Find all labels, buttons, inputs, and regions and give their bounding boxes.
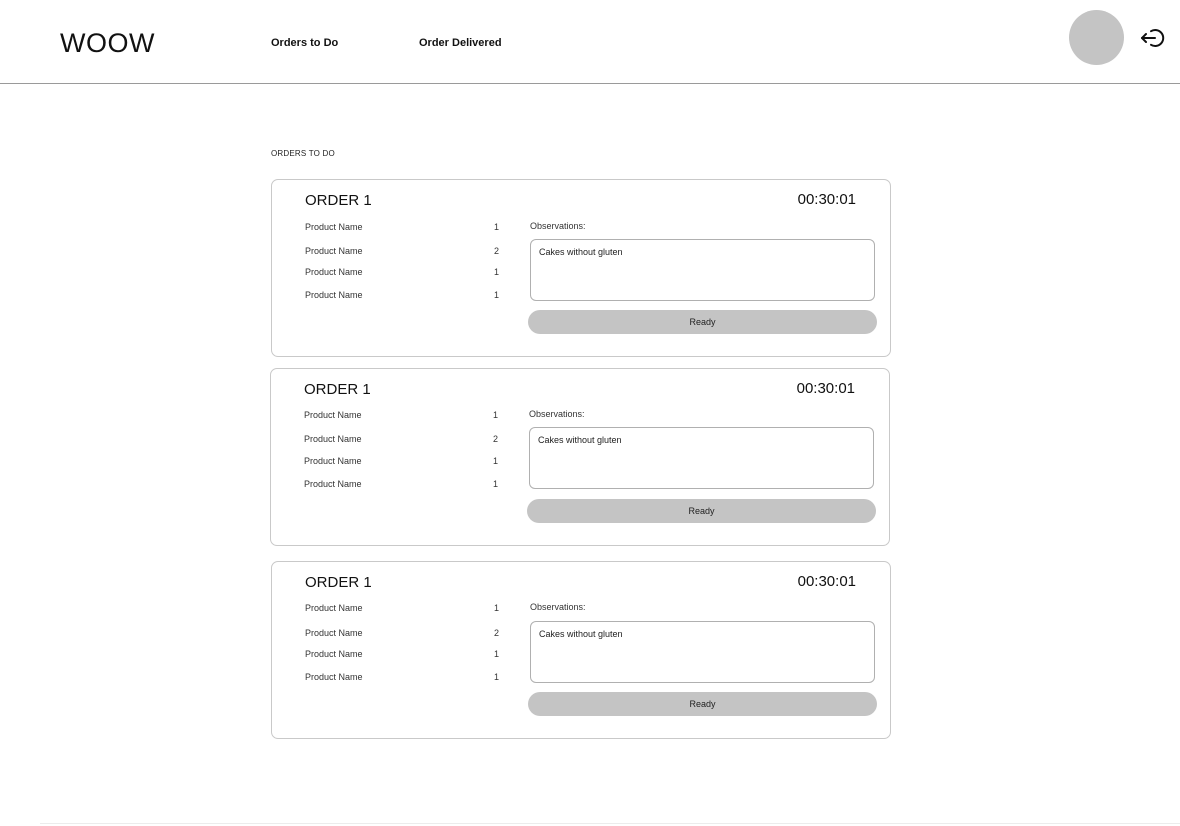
product-qty: 1	[493, 456, 499, 466]
product-name: Product Name	[305, 290, 363, 300]
order-title: ORDER 1	[304, 381, 371, 398]
order-title: ORDER 1	[305, 192, 372, 209]
product-name: Product Name	[305, 649, 363, 659]
order-card: ORDER 1 00:30:01 Product Name 1 Product …	[271, 179, 891, 357]
observations-label: Observations:	[530, 602, 586, 612]
product-qty: 2	[494, 246, 500, 256]
observations-field[interactable]: Cakes without gluten	[529, 427, 874, 489]
observations-field[interactable]: Cakes without gluten	[530, 621, 875, 683]
top-header: WOOW Orders to Do Order Delivered	[0, 0, 1180, 84]
ready-button[interactable]: Ready	[528, 310, 877, 334]
logout-icon-glyph	[1141, 29, 1165, 47]
product-qty: 2	[493, 434, 499, 444]
product-name: Product Name	[305, 246, 363, 256]
footer-divider	[40, 823, 1180, 824]
observations-field[interactable]: Cakes without gluten	[530, 239, 875, 301]
product-qty: 1	[494, 649, 500, 659]
order-timer: 00:30:01	[797, 191, 856, 208]
product-qty: 1	[494, 290, 500, 300]
product-name: Product Name	[305, 222, 363, 232]
nav-orders-to-do[interactable]: Orders to Do	[271, 37, 338, 49]
product-qty: 1	[493, 479, 499, 489]
product-name: Product Name	[304, 410, 362, 420]
order-title: ORDER 1	[305, 574, 372, 591]
user-avatar[interactable]	[1069, 10, 1124, 65]
ready-button[interactable]: Ready	[527, 499, 876, 523]
app-logo: WOOW	[60, 28, 155, 58]
product-name: Product Name	[304, 456, 362, 466]
product-name: Product Name	[304, 434, 362, 444]
observations-label: Observations:	[529, 409, 585, 419]
observations-label: Observations:	[530, 221, 586, 231]
product-qty: 1	[494, 672, 500, 682]
product-qty: 2	[494, 628, 500, 638]
product-qty: 1	[494, 603, 500, 613]
product-qty: 1	[494, 222, 500, 232]
product-name: Product Name	[305, 628, 363, 638]
order-timer: 00:30:01	[796, 380, 855, 397]
product-name: Product Name	[305, 672, 363, 682]
ready-button[interactable]: Ready	[528, 692, 877, 716]
order-card: ORDER 1 00:30:01 Product Name 1 Product …	[270, 368, 890, 546]
order-timer: 00:30:01	[797, 573, 856, 590]
product-name: Product Name	[305, 267, 363, 277]
product-name: Product Name	[304, 479, 362, 489]
section-title: ORDERS TO DO	[271, 149, 335, 158]
product-qty: 1	[494, 267, 500, 277]
product-name: Product Name	[305, 603, 363, 613]
logout-icon[interactable]	[1140, 26, 1166, 50]
nav-order-delivered[interactable]: Order Delivered	[419, 37, 502, 49]
order-card: ORDER 1 00:30:01 Product Name 1 Product …	[271, 561, 891, 739]
product-qty: 1	[493, 410, 499, 420]
